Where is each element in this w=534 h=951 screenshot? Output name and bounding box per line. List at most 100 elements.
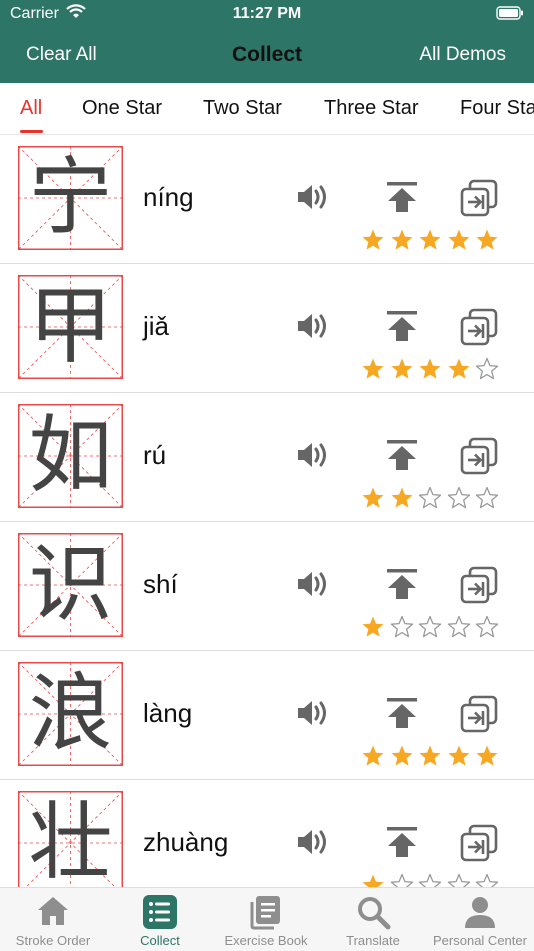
star-empty-icon[interactable]	[418, 486, 442, 510]
star-empty-icon[interactable]	[447, 873, 471, 887]
tabbar-item-collect[interactable]: Collect	[107, 888, 213, 951]
star-rating[interactable]	[361, 873, 501, 887]
speaker-icon[interactable]	[296, 568, 332, 605]
copy-export-icon[interactable]	[459, 308, 499, 351]
copy-export-icon[interactable]	[459, 695, 499, 738]
star-filled-icon[interactable]	[475, 228, 499, 252]
character-grid[interactable]: 宁	[17, 145, 124, 251]
copy-export-icon[interactable]	[459, 437, 499, 480]
tabbar-item-personal-center[interactable]: Personal Center	[427, 888, 533, 951]
tab-all[interactable]: All	[20, 97, 42, 120]
character-grid[interactable]: 浪	[17, 661, 124, 767]
star-filled-icon[interactable]	[361, 744, 385, 768]
star-filled-icon[interactable]	[418, 228, 442, 252]
star-rating[interactable]	[361, 228, 501, 252]
hanzi-character: 壮	[28, 793, 112, 887]
star-empty-icon[interactable]	[390, 873, 414, 887]
star-filled-icon[interactable]	[390, 357, 414, 381]
pinyin-label: shí	[143, 569, 178, 599]
star-filled-icon[interactable]	[447, 744, 471, 768]
tab-two-star[interactable]: Two Star	[203, 97, 282, 120]
star-rating[interactable]	[361, 744, 501, 768]
move-to-top-icon[interactable]	[385, 438, 419, 477]
star-filled-icon[interactable]	[475, 744, 499, 768]
star-filled-icon[interactable]	[390, 486, 414, 510]
tab-one-star[interactable]: One Star	[82, 97, 162, 120]
hanzi-character: 识	[28, 535, 112, 633]
character-grid[interactable]: 甲	[17, 274, 124, 380]
star-empty-icon[interactable]	[447, 615, 471, 639]
star-empty-icon[interactable]	[390, 615, 414, 639]
star-empty-icon[interactable]	[475, 873, 499, 887]
star-empty-icon[interactable]	[418, 873, 442, 887]
star-empty-icon[interactable]	[475, 486, 499, 510]
character-grid[interactable]: 如	[17, 403, 124, 509]
character-grid[interactable]: 识	[17, 532, 124, 638]
list-item[interactable]: 壮 zhuàng	[0, 779, 534, 887]
speaker-icon[interactable]	[296, 826, 332, 863]
copy-export-icon[interactable]	[459, 566, 499, 609]
star-filled-icon[interactable]	[361, 357, 385, 381]
pinyin-label: zhuàng	[143, 827, 229, 857]
speaker-icon[interactable]	[296, 439, 332, 476]
collected-character-list[interactable]: 宁 níng 甲 jiǎ 如 rú 识 shí 浪 làng 壮 zhuàng	[0, 134, 534, 887]
tabbar-item-stroke-order[interactable]: Stroke Order	[0, 888, 106, 951]
battery-icon	[496, 6, 524, 25]
star-filled-icon[interactable]	[418, 357, 442, 381]
speaker-icon[interactable]	[296, 181, 332, 218]
star-filled-icon[interactable]	[418, 744, 442, 768]
star-filled-icon[interactable]	[361, 486, 385, 510]
bottom-tab-bar: Stroke Order Collect Exercise Book Translat…	[0, 887, 534, 951]
house-icon	[0, 894, 106, 930]
star-filled-icon[interactable]	[361, 873, 385, 887]
tabbar-item-label: Personal Center	[433, 933, 527, 948]
copy-export-icon[interactable]	[459, 179, 499, 222]
list-icon	[107, 894, 213, 930]
list-item[interactable]: 宁 níng	[0, 134, 534, 264]
star-rating[interactable]	[361, 357, 501, 381]
star-rating[interactable]	[361, 486, 501, 510]
star-empty-icon[interactable]	[475, 357, 499, 381]
move-to-top-icon[interactable]	[385, 825, 419, 864]
star-empty-icon[interactable]	[475, 615, 499, 639]
star-filled-icon[interactable]	[390, 228, 414, 252]
tabbar-item-exercise-book[interactable]: Exercise Book	[213, 888, 319, 951]
hanzi-character: 如	[28, 406, 112, 504]
pinyin-label: níng	[143, 182, 194, 212]
star-rating[interactable]	[361, 615, 501, 639]
star-filled-icon[interactable]	[447, 357, 471, 381]
list-item[interactable]: 浪 làng	[0, 650, 534, 780]
navigation-bar: Clear All Collect All Demos	[0, 30, 534, 83]
tabbar-item-translate[interactable]: Translate	[320, 888, 426, 951]
active-tab-indicator	[20, 130, 43, 133]
hanzi-character: 甲	[28, 277, 112, 375]
person-icon	[427, 894, 533, 930]
move-to-top-icon[interactable]	[385, 567, 419, 606]
tab-four-star[interactable]: Four Star	[460, 97, 534, 120]
book-icon	[213, 894, 319, 930]
copy-export-icon[interactable]	[459, 824, 499, 867]
star-filter-tabs: All One Star Two Star Three Star Four St…	[0, 83, 534, 135]
tab-three-star[interactable]: Three Star	[324, 97, 418, 120]
star-empty-icon[interactable]	[418, 615, 442, 639]
speaker-icon[interactable]	[296, 310, 332, 347]
status-bar: Carrier 11:27 PM	[0, 0, 534, 30]
list-item[interactable]: 甲 jiǎ	[0, 263, 534, 393]
character-grid[interactable]: 壮	[17, 790, 124, 887]
speaker-icon[interactable]	[296, 697, 332, 734]
star-filled-icon[interactable]	[447, 228, 471, 252]
star-empty-icon[interactable]	[447, 486, 471, 510]
hanzi-character: 宁	[28, 148, 112, 246]
move-to-top-icon[interactable]	[385, 696, 419, 735]
list-item[interactable]: 如 rú	[0, 392, 534, 522]
clock-time: 11:27 PM	[232, 5, 302, 22]
star-filled-icon[interactable]	[361, 228, 385, 252]
list-item[interactable]: 识 shí	[0, 521, 534, 651]
star-filled-icon[interactable]	[390, 744, 414, 768]
magnifier-icon	[320, 894, 426, 930]
move-to-top-icon[interactable]	[385, 180, 419, 219]
star-filled-icon[interactable]	[361, 615, 385, 639]
pinyin-label: làng	[143, 698, 193, 728]
move-to-top-icon[interactable]	[385, 309, 419, 348]
all-demos-button[interactable]: All Demos	[419, 44, 506, 66]
